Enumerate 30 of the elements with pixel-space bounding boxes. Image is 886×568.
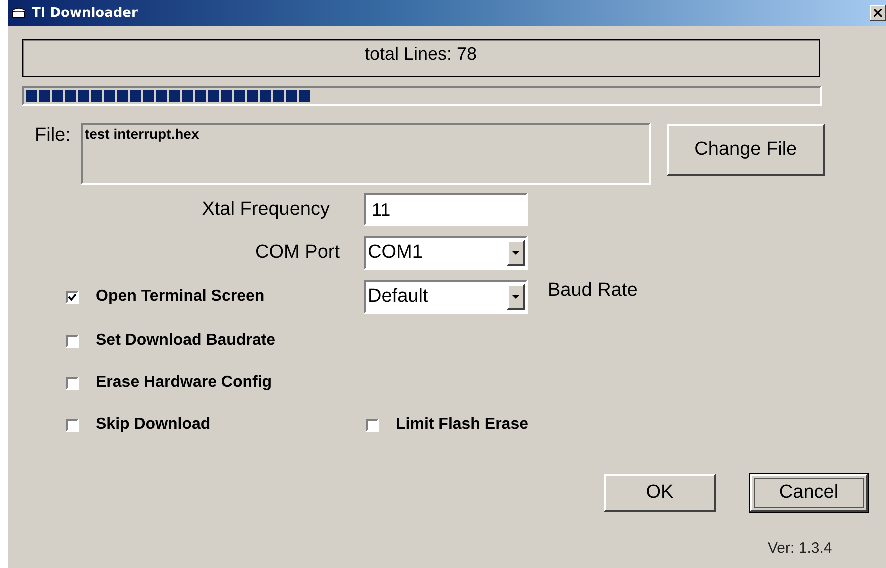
caret-icon — [512, 295, 520, 299]
dropdown-arrow-button[interactable] — [507, 284, 525, 310]
dialog-button[interactable]: OK — [604, 474, 716, 512]
checkbox-label: Set Download Baudrate — [96, 332, 276, 350]
checkbox-label: Skip Download — [96, 416, 211, 434]
checkbox[interactable] — [66, 290, 79, 304]
checkbox-label: Limit Flash Erase — [396, 416, 528, 434]
checkbox[interactable] — [366, 418, 379, 432]
caret-icon — [512, 251, 520, 255]
file-label: File: — [35, 125, 71, 147]
window-title: TI Downloader — [32, 6, 139, 20]
checkbox[interactable] — [66, 418, 79, 432]
field-label: COM Port — [254, 242, 340, 264]
dropdown-arrow-button[interactable] — [507, 240, 525, 266]
field-label: Baud Rate — [548, 280, 639, 302]
input-field[interactable]: 11 — [364, 193, 528, 226]
close-button[interactable] — [870, 5, 886, 21]
change-file-button[interactable]: Change File — [666, 124, 825, 176]
close-icon — [874, 9, 882, 17]
checkbox[interactable] — [66, 376, 79, 390]
dropdown[interactable]: Default — [364, 280, 528, 314]
status-text: total Lines: 78 — [22, 39, 820, 77]
checkbox-label: Erase Hardware Config — [96, 374, 272, 392]
checkbox-label: Open Terminal Screen — [96, 288, 265, 306]
dropdown[interactable]: COM1 — [364, 236, 528, 270]
version-text: Ver: 1.3.4 — [768, 540, 834, 557]
dialog-button[interactable]: Cancel — [750, 474, 868, 512]
checkbox[interactable] — [66, 334, 79, 348]
field-label: Xtal Frequency — [201, 198, 330, 220]
file-field: test interrupt.hex — [80, 123, 651, 185]
